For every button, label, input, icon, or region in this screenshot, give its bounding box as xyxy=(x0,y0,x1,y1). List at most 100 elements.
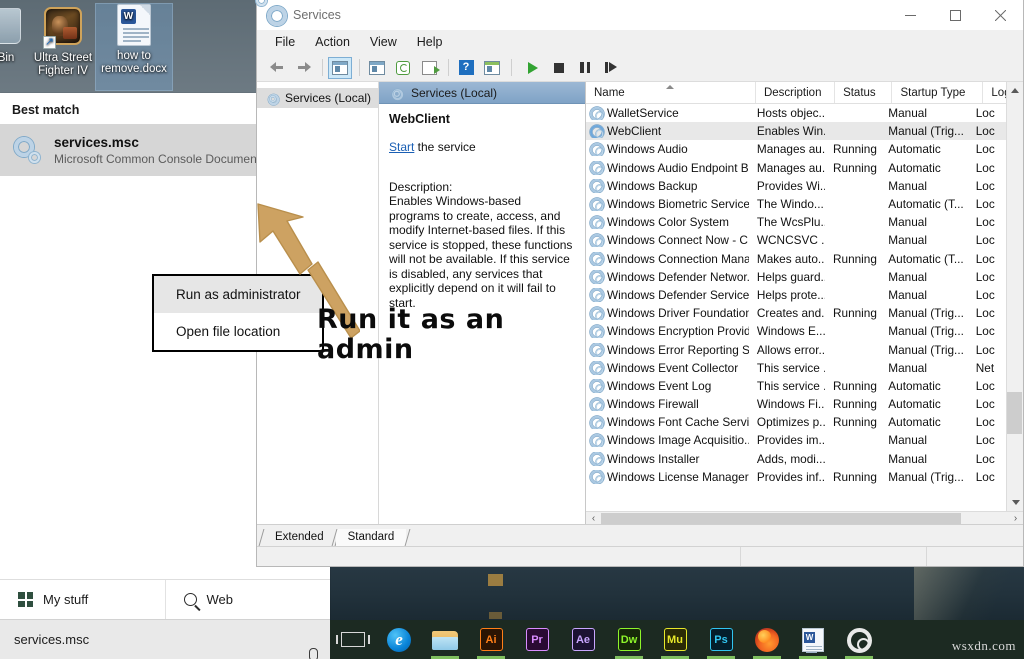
scroll-down-button[interactable] xyxy=(1007,494,1024,511)
services-icon xyxy=(847,628,871,652)
table-row[interactable]: Windows License Manager ...Provides inf.… xyxy=(586,468,1006,486)
table-row[interactable]: Windows Event LogThis service ...Running… xyxy=(586,377,1006,395)
table-row[interactable]: Windows Biometric ServiceThe Windo...Aut… xyxy=(586,195,1006,213)
pause-service-button[interactable] xyxy=(573,57,597,79)
stop-icon xyxy=(554,63,564,73)
taskbar-button-task-view[interactable] xyxy=(330,620,376,659)
table-row[interactable]: Windows InstallerAdds, modi...ManualLoc xyxy=(586,450,1006,468)
table-row[interactable]: WalletServiceHosts objec...ManualLoc xyxy=(586,104,1006,122)
table-row[interactable]: Windows Font Cache ServiceOptimizes p...… xyxy=(586,413,1006,431)
filter-label: Web xyxy=(207,592,234,607)
refresh-button[interactable] xyxy=(391,57,415,79)
back-button[interactable] xyxy=(265,57,289,79)
taskbar-button-adobe-muse[interactable]: Mu xyxy=(652,620,698,659)
menu-item-run-as-administrator[interactable]: Run as administrator xyxy=(154,276,322,313)
table-row[interactable]: Windows Defender ServiceHelps prote...Ma… xyxy=(586,286,1006,304)
cell-name-label: WalletService xyxy=(607,106,679,120)
help-button[interactable]: ? xyxy=(454,57,478,79)
menu-file[interactable]: File xyxy=(265,32,305,52)
export-list-button[interactable] xyxy=(417,57,441,79)
forward-button[interactable] xyxy=(291,57,315,79)
cell-name: Windows License Manager ... xyxy=(586,470,749,484)
taskbar-button-adobe-photoshop[interactable]: Ps xyxy=(698,620,744,659)
tree-item-services-local[interactable]: Services (Local) xyxy=(257,88,378,108)
play-icon xyxy=(528,62,538,74)
table-row[interactable]: WebClientEnables Win...Manual (Trig...Lo… xyxy=(586,122,1006,140)
scroll-right-button[interactable]: › xyxy=(1008,512,1023,525)
scroll-up-button[interactable] xyxy=(1007,82,1023,99)
vertical-scrollbar[interactable] xyxy=(1006,82,1023,511)
filter-web[interactable]: Web xyxy=(165,580,331,619)
scroll-left-button[interactable]: ‹ xyxy=(586,512,601,525)
taskbar-button-mozilla-firefox[interactable] xyxy=(744,620,790,659)
show-action-pane-button[interactable] xyxy=(480,57,504,79)
column-header-name[interactable]: Name xyxy=(586,82,756,103)
cell-log-on-as: Loc xyxy=(968,343,1006,357)
table-row[interactable]: Windows FirewallWindows Fi...RunningAuto… xyxy=(586,395,1006,413)
cell-description: Enables Win... xyxy=(749,124,825,138)
filter-my-stuff[interactable]: My stuff xyxy=(0,580,165,619)
table-row[interactable]: Windows Error Reporting Se...Allows erro… xyxy=(586,340,1006,358)
taskbar-button-adobe-dreamweaver[interactable]: Dw xyxy=(606,620,652,659)
taskbar-button-services[interactable] xyxy=(836,620,882,659)
table-row[interactable]: Windows Driver Foundation...Creates and.… xyxy=(586,304,1006,322)
menu-item-open-file-location[interactable]: Open file location xyxy=(154,313,322,350)
restart-service-button[interactable] xyxy=(599,57,623,79)
taskbar-button-microsoft-word[interactable]: W xyxy=(790,620,836,659)
desktop-icon-how-to-remove-docx[interactable]: W how to remove.docx xyxy=(96,4,172,90)
menu-action[interactable]: Action xyxy=(305,32,360,52)
table-row[interactable]: Windows Connect Now - C...WCNCSVC ...Man… xyxy=(586,231,1006,249)
column-header-status[interactable]: Status xyxy=(835,82,892,103)
taskbar-button-microsoft-edge[interactable]: e xyxy=(376,620,422,659)
window-title: Services xyxy=(293,8,341,22)
table-row[interactable]: Windows Audio Endpoint B...Manages au...… xyxy=(586,159,1006,177)
table-row[interactable]: Windows BackupProvides Wi...ManualLoc xyxy=(586,177,1006,195)
table-row[interactable]: Windows AudioManages au...RunningAutomat… xyxy=(586,140,1006,158)
cell-name-label: Windows Defender Networ... xyxy=(607,270,749,284)
close-button[interactable] xyxy=(978,0,1023,30)
services-gear-icon xyxy=(590,288,603,301)
tab-extended[interactable]: Extended xyxy=(263,529,336,546)
search-input[interactable]: services.msc xyxy=(0,619,330,659)
cell-log-on-as: Loc xyxy=(968,288,1006,302)
tab-label: Standard xyxy=(348,531,395,543)
maximize-button[interactable] xyxy=(933,0,978,30)
show-hide-console-tree-button[interactable] xyxy=(328,57,352,79)
table-row[interactable]: Windows Defender Networ...Helps guard...… xyxy=(586,268,1006,286)
cell-startup-type: Manual (Trig... xyxy=(880,124,967,138)
taskbar-button-adobe-premiere[interactable]: Pr xyxy=(514,620,560,659)
close-icon xyxy=(995,10,1006,21)
cell-startup-type: Manual (Trig... xyxy=(880,306,967,320)
properties-button[interactable] xyxy=(365,57,389,79)
window-controls xyxy=(888,0,1023,30)
search-input-value[interactable]: services.msc xyxy=(0,632,300,647)
table-row[interactable]: Windows Image Acquisitio...Provides im..… xyxy=(586,431,1006,449)
minimize-button[interactable] xyxy=(888,0,933,30)
cell-log-on-as: Loc xyxy=(968,179,1006,193)
table-row[interactable]: Windows Event CollectorThis service ...M… xyxy=(586,359,1006,377)
menu-view[interactable]: View xyxy=(360,32,407,52)
table-row[interactable]: Windows Connection Mana...Makes auto...R… xyxy=(586,250,1006,268)
table-row[interactable]: Windows Encryption Provid...Windows E...… xyxy=(586,322,1006,340)
best-match-heading: Best match xyxy=(12,103,79,117)
desktop-icon-ultra-street-fighter-iv[interactable]: ↗ Ultra Street Fighter IV xyxy=(25,6,101,78)
taskbar-button-adobe-illustrator[interactable]: Ai xyxy=(468,620,514,659)
start-service-link[interactable]: Start xyxy=(389,140,414,154)
column-header-startup-type[interactable]: Startup Type xyxy=(892,82,983,103)
stop-service-button[interactable] xyxy=(547,57,571,79)
horizontal-scrollbar[interactable]: ‹ › xyxy=(586,511,1023,524)
taskbar-button-file-explorer[interactable] xyxy=(422,620,468,659)
services-gear-icon xyxy=(590,198,603,211)
horizontal-scroll-track[interactable] xyxy=(601,512,1008,525)
scrollbar-thumb[interactable] xyxy=(1007,392,1022,434)
cell-status: Running xyxy=(825,142,880,156)
start-service-button[interactable] xyxy=(521,57,545,79)
horizontal-scrollbar-thumb[interactable] xyxy=(601,513,961,524)
tab-standard[interactable]: Standard xyxy=(336,529,407,546)
taskbar-button-adobe-after-effects[interactable]: Ae xyxy=(560,620,606,659)
column-header-description[interactable]: Description xyxy=(756,82,835,103)
menu-help[interactable]: Help xyxy=(407,32,453,52)
window-titlebar[interactable]: Services xyxy=(257,0,1023,30)
services-list: Name Description Status Startup Type Log… xyxy=(585,82,1023,524)
table-row[interactable]: Windows Color SystemThe WcsPlu...ManualL… xyxy=(586,213,1006,231)
